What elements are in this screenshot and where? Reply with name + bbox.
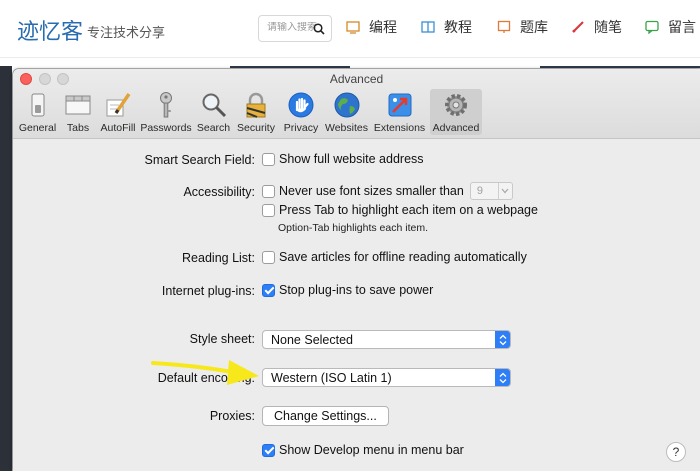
style-sheet-popup[interactable]: None Selected xyxy=(262,330,511,349)
code-icon xyxy=(346,21,360,34)
tab-security[interactable]: Security xyxy=(234,89,278,135)
font-size-value: 9 xyxy=(476,185,483,197)
window-title: Advanced xyxy=(329,72,384,86)
tab-label: Search xyxy=(196,122,231,134)
tab-tabs[interactable]: Tabs xyxy=(60,89,96,135)
tab-autofill[interactable]: AutoFill xyxy=(97,89,139,135)
style-sheet-value: None Selected xyxy=(271,332,354,347)
tabs-icon xyxy=(65,95,91,115)
checkbox-box[interactable] xyxy=(262,250,275,264)
checkbox-label: Show full website address xyxy=(279,152,424,166)
nav-label: 题库 xyxy=(520,20,548,36)
pencil-icon xyxy=(572,21,584,33)
lock-icon xyxy=(246,92,266,118)
change-settings-button[interactable]: Change Settings... xyxy=(262,406,389,426)
offline-reading-checkbox[interactable]: Save articles for offline reading automa… xyxy=(262,250,527,264)
checkbox-label: Stop plug-ins to save power xyxy=(279,283,434,297)
window-titlebar: Advanced General Tabs AutoFill Passwords… xyxy=(13,69,700,139)
autofill-pencil-icon xyxy=(106,93,131,117)
tab-search[interactable]: Search xyxy=(194,89,233,135)
tab-label: Privacy xyxy=(283,122,319,134)
switch-icon xyxy=(31,93,44,117)
hand-icon xyxy=(288,92,314,118)
nav-item-code[interactable]: 编程 xyxy=(346,17,397,37)
tab-label: Websites xyxy=(325,122,368,134)
tab-passwords[interactable]: Passwords xyxy=(140,89,192,135)
up-down-chevron-icon xyxy=(495,369,510,386)
globe-icon xyxy=(334,92,359,118)
tab-privacy[interactable]: Privacy xyxy=(280,89,322,135)
up-down-chevron-icon xyxy=(495,331,510,348)
page-background-strip xyxy=(0,66,12,471)
stop-plugins-checkbox[interactable]: Stop plug-ins to save power xyxy=(262,283,433,297)
tab-label: AutoFill xyxy=(100,122,136,134)
checkbox-box[interactable] xyxy=(262,152,275,166)
checkbox-label: Never use font sizes smaller than xyxy=(279,184,464,198)
checkbox-box[interactable] xyxy=(262,184,275,198)
tab-label: Extensions xyxy=(373,122,426,134)
chevron-down-icon xyxy=(497,183,512,199)
advanced-settings-pane: Smart Search Field: Show full website ad… xyxy=(13,140,700,471)
accessibility-label: Accessibility: xyxy=(183,185,255,199)
site-logo[interactable]: 迹忆客 xyxy=(17,14,83,46)
checkbox-label: Save articles for offline reading automa… xyxy=(279,250,527,264)
tab-label: Passwords xyxy=(140,122,192,134)
nav-label: 教程 xyxy=(444,20,472,36)
encoding-popup[interactable]: Western (ISO Latin 1) xyxy=(262,368,511,387)
gear-icon xyxy=(445,94,467,116)
tab-label: Security xyxy=(237,122,275,134)
tab-highlight-note: Option-Tab highlights each item. xyxy=(278,222,428,234)
help-button[interactable]: ? xyxy=(666,442,686,462)
site-search-input[interactable] xyxy=(267,22,317,33)
tab-advanced[interactable]: Advanced xyxy=(430,89,482,135)
tab-websites[interactable]: Websites xyxy=(324,89,369,135)
show-full-address-checkbox[interactable]: Show full website address xyxy=(262,152,424,166)
nav-item-tutorial[interactable]: 教程 xyxy=(421,17,472,37)
checkbox-box-checked[interactable] xyxy=(262,283,275,297)
nav-item-message[interactable]: 留言 xyxy=(645,17,696,37)
nav-label: 留言 xyxy=(668,20,696,36)
tab-highlight-checkbox[interactable]: Press Tab to highlight each item on a we… xyxy=(262,203,538,217)
nav-label: 编程 xyxy=(369,20,397,36)
tab-label: Advanced xyxy=(432,122,480,134)
yellow-arrow-annotation xyxy=(151,360,259,385)
search-icon[interactable] xyxy=(313,23,325,35)
site-tagline: 专注技术分享 xyxy=(87,26,166,41)
encoding-value: Western (ISO Latin 1) xyxy=(271,370,392,385)
preferences-window: Advanced General Tabs AutoFill Passwords… xyxy=(13,69,700,471)
plugins-label: Internet plug-ins: xyxy=(161,284,255,298)
checkbox-label: Show Develop menu in menu bar xyxy=(279,443,464,457)
tab-label: Tabs xyxy=(66,122,90,134)
site-search-box[interactable] xyxy=(258,15,332,42)
min-font-size-checkbox[interactable]: Never use font sizes smaller than 9 xyxy=(262,182,513,200)
tab-extensions[interactable]: Extensions xyxy=(371,89,428,135)
tab-label: General xyxy=(18,122,57,134)
puzzle-icon xyxy=(388,93,411,117)
show-develop-menu-checkbox[interactable]: Show Develop menu in menu bar xyxy=(262,443,464,457)
checkbox-box[interactable] xyxy=(262,203,275,217)
book-icon xyxy=(421,21,435,33)
reading-list-label: Reading List: xyxy=(182,251,255,265)
search-icon xyxy=(202,93,226,118)
style-sheet-label: Style sheet: xyxy=(189,332,255,346)
question-bank-icon xyxy=(497,20,511,33)
checkbox-label: Press Tab to highlight each item on a we… xyxy=(279,203,538,217)
key-icon xyxy=(160,92,172,118)
tab-general[interactable]: General xyxy=(16,89,59,135)
font-size-popup[interactable]: 9 xyxy=(469,182,513,200)
checkbox-box-checked[interactable] xyxy=(262,443,275,457)
site-header: 迹忆客 专注技术分享 编程 教程 题库 随笔 留言 xyxy=(0,0,700,58)
message-icon xyxy=(645,20,659,34)
proxies-label: Proxies: xyxy=(209,409,255,423)
nav-item-essay[interactable]: 随笔 xyxy=(571,17,622,37)
smart-search-label: Smart Search Field: xyxy=(144,153,255,167)
nav-item-question-bank[interactable]: 题库 xyxy=(497,17,548,37)
nav-label: 随笔 xyxy=(594,20,622,36)
